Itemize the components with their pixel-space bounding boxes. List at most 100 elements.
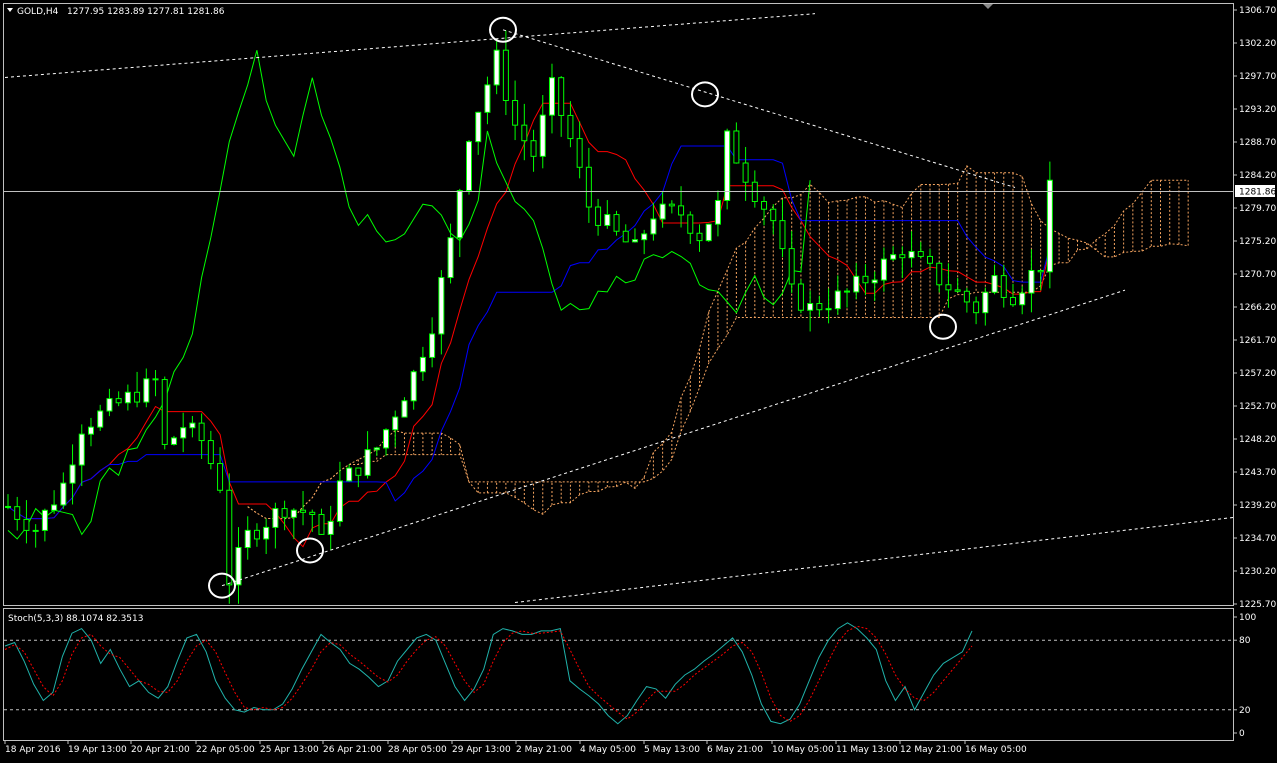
- support-trendline: [221, 289, 1126, 587]
- candle-body: [1000, 275, 1007, 298]
- price-tick-label: 1248.20: [1239, 435, 1276, 445]
- stoch-tick-label: 20: [1239, 706, 1251, 716]
- stoch-levels: [4, 639, 1233, 711]
- time-tick-label: 16 May 05:00: [965, 745, 1027, 755]
- candle-body: [641, 233, 648, 241]
- candle-body: [41, 509, 48, 531]
- stoch-axis: 100 80 20 0: [1233, 613, 1256, 739]
- candle-body: [51, 504, 58, 511]
- candle-body: [917, 251, 924, 257]
- candle-body: [327, 520, 334, 535]
- price-tick-label: 1270.70: [1239, 270, 1276, 280]
- price-tick-label: 1243.70: [1239, 468, 1276, 478]
- candle-body: [788, 248, 795, 285]
- candle-body: [134, 391, 141, 403]
- candle-body: [890, 254, 897, 260]
- symbol-label: GOLD,H4: [17, 7, 59, 17]
- price-tick-label: 1306.70: [1239, 6, 1276, 16]
- scroll-marker-icon[interactable]: [983, 4, 993, 9]
- upper-channel-trendline: [4, 13, 816, 78]
- candle-body: [484, 84, 491, 113]
- price-tick-label: 1302.20: [1239, 39, 1276, 49]
- candle-body: [198, 422, 205, 442]
- candle-body: [309, 511, 316, 515]
- candle-body: [945, 284, 952, 291]
- tenkan-sen-line: [7, 102, 1051, 548]
- candle-body: [862, 275, 869, 284]
- candle-body: [576, 138, 583, 168]
- candle-body: [733, 130, 740, 164]
- price-tick-label: 1230.20: [1239, 567, 1276, 577]
- candle-body: [696, 232, 703, 242]
- candle-body: [23, 518, 30, 531]
- time-tick-label: 6 May 21:00: [707, 745, 763, 755]
- candle-body: [604, 214, 611, 226]
- candle-body: [272, 508, 279, 528]
- candle-body: [678, 205, 685, 216]
- main-pane-frame: [3, 3, 1234, 606]
- time-tick-label: 2 May 21:00: [516, 745, 572, 755]
- pivot-circle-marker: [296, 537, 324, 564]
- price-axis: 1306.70 1302.20 1297.70 1293.20 1288.70 1284.…: [1233, 6, 1276, 610]
- candle-body: [207, 440, 214, 465]
- candle-body: [797, 283, 804, 311]
- candle-body: [1037, 269, 1044, 273]
- price-tick-label: 1279.70: [1239, 204, 1276, 214]
- candle-body: [429, 333, 436, 358]
- candle-body: [69, 464, 76, 484]
- candle-body: [244, 529, 251, 548]
- ichimoku-lines: [7, 50, 1051, 548]
- candle-body: [908, 251, 915, 259]
- candle-body: [410, 371, 417, 402]
- lower-channel-trendline: [514, 516, 1234, 604]
- candle-body: [438, 277, 445, 335]
- candle-body: [456, 190, 463, 239]
- candle-body: [143, 378, 150, 403]
- candle-body: [475, 111, 482, 143]
- candle-body: [318, 513, 325, 535]
- candle-body: [687, 214, 694, 234]
- candle-body: [742, 162, 749, 183]
- candle-body: [927, 255, 933, 264]
- candle-body: [253, 529, 260, 540]
- candle-body: [779, 220, 786, 250]
- time-tick-label: 25 Apr 13:00: [260, 745, 319, 755]
- stoch-lines: [4, 622, 973, 725]
- candle-body: [466, 141, 472, 192]
- chikou-span-line: [7, 50, 811, 540]
- stoch-pane-frame: [3, 608, 1234, 741]
- stoch-header: Stoch(5,3,3) 88.1074 82.3513: [8, 614, 143, 624]
- candle-body: [217, 463, 224, 491]
- stoch-tick-label: 0: [1239, 729, 1245, 739]
- candle-body: [650, 218, 657, 235]
- candle-body: [493, 49, 500, 86]
- price-tick-label: 1284.20: [1239, 171, 1276, 181]
- price-tag-text: 1281.86: [1239, 188, 1276, 198]
- candle-body: [548, 77, 555, 116]
- time-tick-label: 11 May 13:00: [836, 745, 898, 755]
- price-tick-label: 1293.20: [1239, 105, 1276, 115]
- candle-body: [991, 275, 998, 293]
- time-tick-label: 4 May 05:00: [580, 745, 636, 755]
- candle-body: [585, 166, 592, 208]
- candle-body: [87, 426, 94, 435]
- price-tick-label: 1239.20: [1239, 501, 1276, 511]
- stoch-tick-label: 100: [1239, 613, 1256, 623]
- candle-body: [880, 258, 887, 281]
- candle-body: [1028, 269, 1035, 294]
- collapse-triangle-icon[interactable]: [7, 8, 13, 12]
- candle-body: [668, 203, 675, 207]
- time-tick-label: 28 Apr 05:00: [388, 745, 447, 755]
- price-tick-label: 1252.70: [1239, 402, 1276, 412]
- candle-body: [963, 290, 970, 303]
- candle-body: [631, 239, 638, 243]
- candle-body: [106, 398, 113, 412]
- candle-body: [124, 391, 131, 404]
- chart-canvas: 1306.70 1302.20 1297.70 1293.20 1288.70 1284.…: [3, 3, 1276, 755]
- candle-body: [982, 291, 989, 314]
- time-tick-label: 29 Apr 13:00: [452, 745, 511, 755]
- candle-body: [825, 308, 832, 311]
- candle-body: [189, 422, 196, 429]
- candle-body: [401, 400, 408, 418]
- price-tick-label: 1288.70: [1239, 138, 1276, 148]
